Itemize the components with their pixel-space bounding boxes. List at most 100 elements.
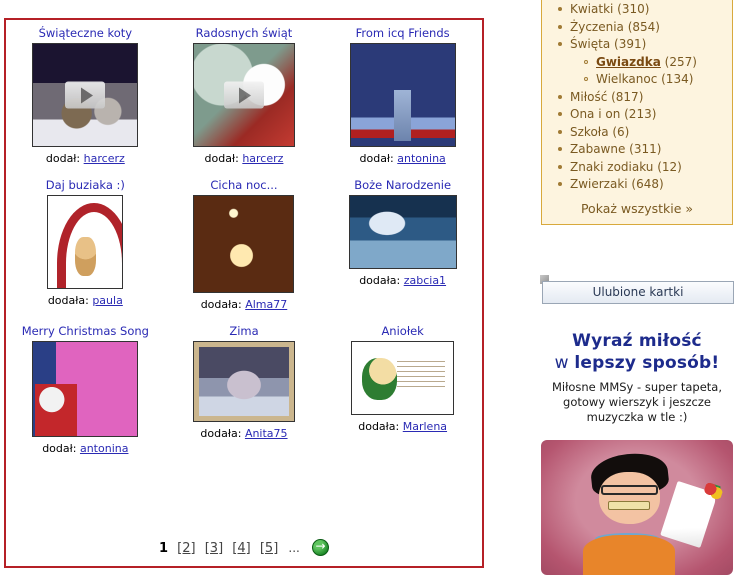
pagination-page-5[interactable]: [5] bbox=[260, 541, 278, 556]
category-item-ona-i-on[interactable]: Ona i on (213) bbox=[558, 106, 732, 124]
category-label[interactable]: Ona i on (213) bbox=[570, 107, 656, 121]
card-thumbnail[interactable] bbox=[32, 341, 139, 437]
card-thumbnail[interactable] bbox=[348, 195, 457, 269]
card-credit-prefix: dodała: bbox=[47, 294, 89, 307]
card-title[interactable]: From icq Friends bbox=[325, 26, 480, 40]
card-author-link[interactable]: zabcia1 bbox=[404, 274, 446, 287]
category-item-zabawne[interactable]: Zabawne (311) bbox=[558, 141, 732, 159]
card-item[interactable]: From icq Friends dodał: antonina bbox=[323, 26, 482, 166]
card-credit: dodała: zabcia1 bbox=[325, 274, 480, 288]
card-author-link[interactable]: harcerz bbox=[84, 152, 125, 165]
card-item[interactable]: Daj buziaka :) dodała: paula bbox=[6, 178, 165, 308]
promo-headline-line1: Wyraź miłość bbox=[572, 331, 702, 351]
card-author-link[interactable]: antonina bbox=[80, 442, 129, 455]
card-credit-prefix: dodała: bbox=[200, 298, 242, 311]
card-title[interactable]: Aniołek bbox=[325, 324, 480, 338]
card-credit-prefix: dodał: bbox=[359, 152, 394, 165]
card-credit-prefix: dodała: bbox=[359, 274, 401, 287]
cards-grid: Świąteczne koty dodał: harcerz Radosnych… bbox=[6, 20, 482, 456]
card-thumb-wrap bbox=[8, 195, 163, 289]
card-credit: dodała: Anita75 bbox=[167, 427, 322, 441]
card-author-link[interactable]: Marlena bbox=[403, 420, 447, 433]
promo-headline-light: w bbox=[554, 353, 575, 373]
card-thumbnail[interactable] bbox=[32, 43, 139, 147]
pagination-page-3[interactable]: [3] bbox=[205, 541, 223, 556]
card-item[interactable]: Radosnych świąt dodał: harcerz bbox=[165, 26, 324, 166]
card-title[interactable]: Zima bbox=[167, 324, 322, 338]
card-thumb-wrap bbox=[167, 43, 322, 147]
card-row: Daj buziaka :) dodała: paula Cicha noc..… bbox=[6, 178, 482, 312]
bullet-hollow-icon bbox=[584, 59, 588, 64]
category-item-gwiazdka[interactable]: Gwiazdka (257) bbox=[584, 54, 732, 72]
arrow-right-circle-icon[interactable] bbox=[312, 538, 330, 556]
category-item-szkola[interactable]: Szkoła (6) bbox=[558, 124, 732, 142]
bouquet-shape bbox=[660, 480, 718, 548]
bullet-icon bbox=[558, 129, 562, 134]
card-title[interactable]: Daj buziaka :) bbox=[8, 178, 163, 192]
card-item[interactable]: Merry Christmas Song dodał: antonina bbox=[6, 324, 165, 456]
category-sub-label[interactable]: Wielkanoc bbox=[596, 72, 657, 86]
pagination-page-2[interactable]: [2] bbox=[177, 541, 195, 556]
card-title[interactable]: Merry Christmas Song bbox=[8, 324, 163, 338]
card-thumbnail[interactable] bbox=[349, 43, 456, 147]
card-thumb-wrap bbox=[167, 341, 322, 422]
card-thumb-wrap bbox=[325, 341, 480, 415]
card-credit-prefix: dodała: bbox=[200, 427, 242, 440]
pagination-page-4[interactable]: [4] bbox=[232, 541, 250, 556]
thumbnail-art bbox=[194, 196, 294, 292]
category-item-zyczenia[interactable]: Życzenia (854) bbox=[558, 19, 732, 37]
card-credit: dodał: antonina bbox=[325, 152, 480, 166]
category-item-kwiatki[interactable]: Kwiatki (310) bbox=[558, 1, 732, 19]
card-item[interactable]: Świąteczne koty dodał: harcerz bbox=[6, 26, 165, 166]
category-sub-label[interactable]: Gwiazdka bbox=[596, 55, 661, 69]
card-credit: dodał: harcerz bbox=[167, 152, 322, 166]
card-thumbnail[interactable] bbox=[351, 341, 455, 415]
play-icon[interactable] bbox=[223, 81, 264, 109]
play-icon[interactable] bbox=[65, 81, 106, 109]
category-item-znaki-zodiaku[interactable]: Znaki zodiaku (12) bbox=[558, 159, 732, 177]
card-item[interactable]: Aniołek dodała: Marlena bbox=[323, 324, 482, 434]
teeth-shape bbox=[608, 500, 651, 511]
card-thumbnail[interactable] bbox=[193, 195, 295, 293]
card-author-link[interactable]: harcerz bbox=[242, 152, 283, 165]
card-author-link[interactable]: paula bbox=[92, 294, 123, 307]
card-thumbnail[interactable] bbox=[192, 43, 295, 147]
card-author-link[interactable]: antonina bbox=[397, 152, 446, 165]
card-title[interactable]: Świąteczne koty bbox=[8, 26, 163, 40]
category-label[interactable]: Życzenia (854) bbox=[570, 20, 660, 34]
card-item[interactable]: Cicha noc... dodała: Alma77 bbox=[165, 178, 324, 312]
card-thumbnail[interactable] bbox=[192, 341, 295, 422]
card-thumb-wrap bbox=[8, 341, 163, 437]
pagination-ellipsis: ... bbox=[288, 541, 300, 555]
category-label[interactable]: Znaki zodiaku (12) bbox=[570, 160, 682, 174]
cartoon-man-with-flowers-image[interactable] bbox=[541, 440, 733, 575]
bullet-hollow-icon bbox=[584, 77, 588, 81]
category-sub-count: (134) bbox=[661, 72, 694, 86]
card-item[interactable]: Zima dodała: Anita75 bbox=[165, 324, 324, 441]
category-item-swieta[interactable]: Święta (391) Gwiazdka (257) Wielkanoc (1… bbox=[558, 36, 732, 89]
thumbnail-art bbox=[48, 196, 123, 288]
card-author-link[interactable]: Alma77 bbox=[245, 298, 287, 311]
card-title[interactable]: Boże Narodzenie bbox=[325, 178, 480, 192]
body-shape bbox=[583, 534, 676, 575]
show-all-link[interactable]: Pokaż wszystkie » bbox=[542, 194, 732, 218]
category-label[interactable]: Zabawne (311) bbox=[570, 142, 661, 156]
category-label[interactable]: Zwierzaki (648) bbox=[570, 177, 664, 191]
category-label[interactable]: Święta (391) bbox=[570, 37, 646, 51]
category-label[interactable]: Kwiatki (310) bbox=[570, 2, 649, 16]
category-label[interactable]: Szkoła (6) bbox=[570, 125, 629, 139]
card-thumbnail[interactable] bbox=[47, 195, 124, 289]
thumbnail-art bbox=[352, 342, 454, 414]
category-item-milosc[interactable]: Miłość (817) bbox=[558, 89, 732, 107]
category-item-wielkanoc[interactable]: Wielkanoc (134) bbox=[584, 71, 732, 89]
category-label[interactable]: Miłość (817) bbox=[570, 90, 643, 104]
glasses-icon bbox=[600, 484, 659, 496]
promo-block[interactable]: Wyraź miłość w lepszy sposób! Miłosne MM… bbox=[541, 330, 733, 425]
category-item-zwierzaki[interactable]: Zwierzaki (648) bbox=[558, 176, 732, 194]
favourites-button[interactable]: Ulubione kartki bbox=[542, 281, 734, 304]
card-title[interactable]: Cicha noc... bbox=[167, 178, 322, 192]
card-item[interactable]: Boże Narodzenie dodała: zabcia1 bbox=[323, 178, 482, 288]
card-author-link[interactable]: Anita75 bbox=[245, 427, 288, 440]
card-title[interactable]: Radosnych świąt bbox=[167, 26, 322, 40]
card-thumb-wrap bbox=[325, 195, 480, 269]
